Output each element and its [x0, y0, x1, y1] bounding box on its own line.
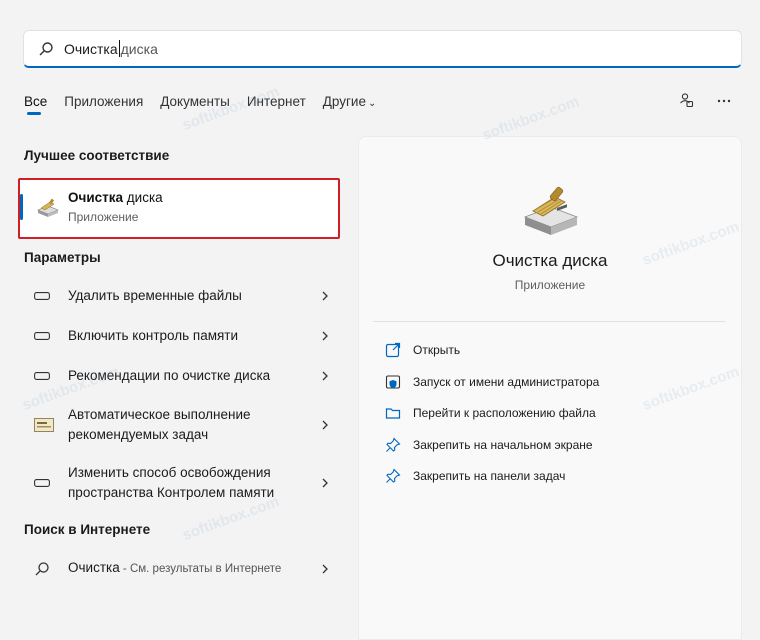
- disk-cleanup-icon: [523, 186, 579, 235]
- pin-icon: [386, 468, 401, 483]
- web-search-suffix: - См. результаты в Интернете: [119, 563, 282, 575]
- chevron-down-icon: ⌄: [367, 98, 377, 109]
- action-open[interactable]: Открыть: [385, 342, 460, 358]
- pin-icon: [386, 437, 401, 452]
- setting-item-label: Рекомендации по очистке диска: [68, 368, 271, 383]
- action-label: Открыть: [413, 343, 461, 357]
- tab-all[interactable]: Все: [24, 94, 47, 115]
- maintenance-icon: [24, 418, 54, 432]
- setting-item-label: Автоматическое выполнение рекомендуемых …: [68, 407, 251, 442]
- shield-icon: [385, 375, 401, 389]
- setting-item-label: Удалить временные файлы: [68, 288, 242, 303]
- setting-item-label: Изменить способ освобождения пространств…: [68, 465, 275, 500]
- text-caret: [118, 40, 120, 57]
- chevron-right-icon: [322, 371, 328, 381]
- more-options-icon[interactable]: [716, 92, 732, 108]
- disk-cleanup-icon: [37, 198, 59, 217]
- search-query: Очистка диска: [64, 40, 158, 57]
- selection-indicator: [20, 194, 23, 220]
- settings-heading: Параметры: [24, 250, 101, 265]
- action-label: Перейти к расположению файла: [413, 406, 596, 420]
- action-label: Запуск от имени администратора: [413, 375, 600, 389]
- chevron-right-icon: [322, 331, 328, 341]
- tab-apps[interactable]: Приложения: [64, 94, 143, 115]
- search-typed-text: Очистка: [64, 40, 118, 57]
- tab-web[interactable]: Интернет: [247, 94, 306, 115]
- best-match-result[interactable]: Очистка диска Приложение: [18, 178, 340, 239]
- setting-item-label: Включить контроль памяти: [68, 328, 239, 343]
- details-subtitle: Приложение: [514, 278, 586, 292]
- best-match-subtitle: Приложение: [68, 210, 139, 224]
- tab-documents[interactable]: Документы: [160, 94, 230, 115]
- open-icon: [385, 342, 401, 358]
- storage-icon: [24, 372, 54, 380]
- setting-item-enable-storage-sense[interactable]: Включить контроль памяти: [24, 326, 340, 346]
- best-match-heading: Лучшее соответствие: [24, 148, 170, 163]
- web-search-query: Очистка: [68, 560, 120, 575]
- action-label: Закрепить на начальном экране: [413, 438, 593, 452]
- search-suggestion-text: диска: [120, 40, 158, 57]
- search-filter-tabs: Все Приложения Документы Интернет Другие…: [24, 94, 393, 115]
- storage-icon: [24, 292, 54, 300]
- account-switch-icon[interactable]: [678, 92, 694, 108]
- search-input[interactable]: Очистка диска: [23, 30, 742, 68]
- best-match-title: Очистка диска: [68, 190, 163, 205]
- action-open-file-location[interactable]: Перейти к расположению файла: [385, 405, 596, 421]
- action-run-as-admin[interactable]: Запуск от имени администратора: [385, 374, 599, 390]
- search-icon: [24, 561, 54, 577]
- folder-icon: [385, 408, 401, 419]
- web-search-heading: Поиск в Интернете: [24, 522, 151, 537]
- chevron-right-icon: [322, 420, 328, 430]
- details-title: Очистка диска: [492, 251, 608, 270]
- chevron-right-icon: [322, 564, 328, 573]
- best-match-title-bold: Очистка: [68, 190, 124, 205]
- chevron-right-icon: [322, 291, 328, 301]
- setting-item-change-storage-sense[interactable]: Изменить способ освобождения пространств…: [24, 463, 340, 503]
- web-search-label: Очистка - См. результаты в Интернете: [68, 558, 318, 579]
- action-label: Закрепить на панели задач: [413, 469, 566, 483]
- storage-icon: [24, 479, 54, 487]
- chevron-right-icon: [322, 478, 328, 488]
- tab-more-label: Другие: [322, 94, 366, 109]
- action-pin-to-start[interactable]: Закрепить на начальном экране: [385, 437, 593, 453]
- setting-item-delete-temp-files[interactable]: Удалить временные файлы: [24, 286, 340, 306]
- details-panel: Очистка диска Приложение Открыть Запуск …: [358, 136, 742, 640]
- storage-icon: [24, 332, 54, 340]
- setting-item-cleanup-recommendations[interactable]: Рекомендации по очистке диска: [24, 366, 340, 386]
- web-search-result[interactable]: Очистка - См. результаты в Интернете: [24, 558, 340, 579]
- action-pin-to-taskbar[interactable]: Закрепить на панели задач: [385, 468, 565, 484]
- tab-more[interactable]: Другие ⌄: [323, 94, 377, 115]
- top-right-toolbar: [678, 92, 732, 108]
- best-match-title-rest: диска: [123, 190, 163, 205]
- divider: [373, 321, 725, 322]
- setting-item-auto-run-tasks[interactable]: Автоматическое выполнение рекомендуемых …: [24, 405, 340, 445]
- search-icon: [39, 41, 53, 55]
